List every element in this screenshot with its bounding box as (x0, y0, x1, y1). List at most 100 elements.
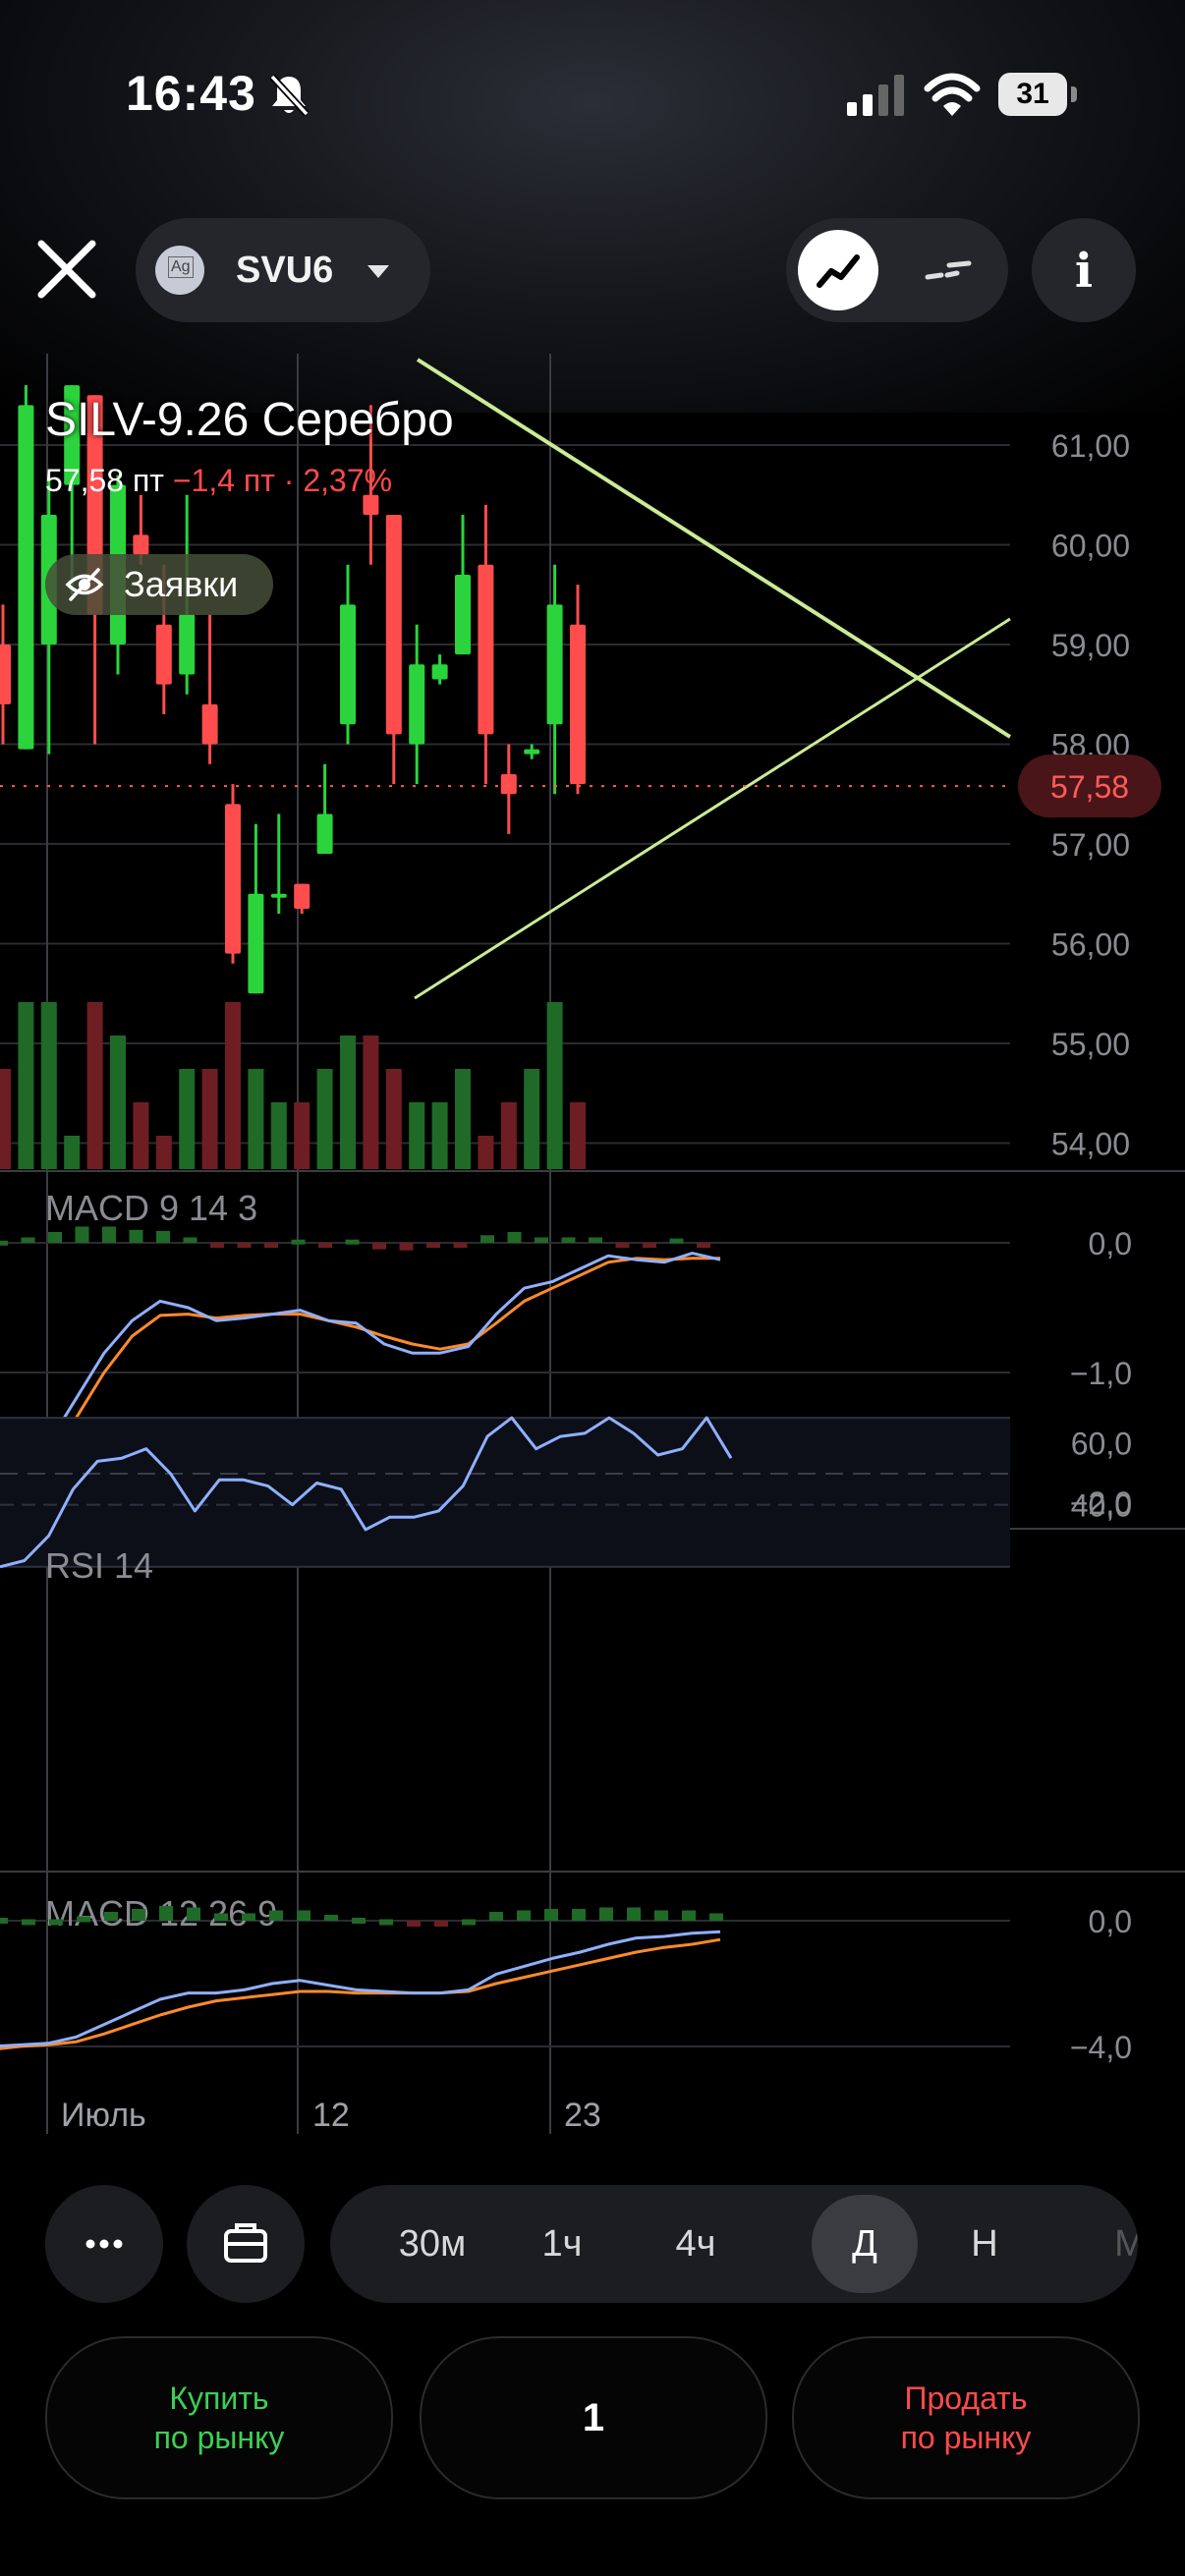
candle-body (316, 813, 333, 855)
candle-body (478, 564, 494, 735)
macd-short-histogram-bar (264, 1243, 278, 1248)
macd-long-histogram-bar (462, 1919, 476, 1926)
volume-bar (0, 1069, 11, 1169)
macd-short-histogram-bar (48, 1232, 62, 1243)
quantity-value: 1 (582, 2396, 605, 2439)
volume-bar (478, 1136, 494, 1169)
macd-long-histogram-bar (709, 1913, 723, 1921)
macd-long-macd-line (0, 1930, 721, 2048)
buy-market-button[interactable]: Купить по рынку (45, 2336, 393, 2499)
macd-short-histogram-bar (183, 1237, 198, 1243)
chart-mode-line-button[interactable] (798, 230, 878, 310)
briefcase-icon (224, 2223, 267, 2263)
portfolio-button[interactable] (187, 2185, 305, 2303)
macd-short-histogram-bar (237, 1243, 252, 1248)
info-button[interactable]: i (1032, 218, 1136, 322)
line-chart-icon (817, 254, 860, 288)
more-dots-icon (85, 2239, 123, 2249)
quantity-field[interactable]: 1 (420, 2336, 767, 2499)
timeframe-selector: 30м 1ч 4ч Д Н М (330, 2185, 1138, 2303)
macd-long-histogram-bar (654, 1910, 668, 1921)
buy-label-line1: Купить (169, 2380, 269, 2416)
price-axis-label: 60,00 (1051, 529, 1130, 564)
timeframe-month[interactable]: М (1083, 2185, 1138, 2303)
orders-toggle-button[interactable]: Заявки (45, 554, 274, 615)
sell-market-button[interactable]: Продать по рынку (792, 2336, 1140, 2499)
order-panel: Купить по рынку 1 Продать по рынку (0, 2336, 1185, 2503)
macd-long-histogram-bar (159, 1906, 173, 1921)
candle-body (340, 604, 356, 725)
macd-long-histogram-bar (269, 1910, 283, 1921)
info-icon: i (1074, 244, 1094, 299)
more-button[interactable] (45, 2185, 163, 2303)
price-chart[interactable]: 61,0060,0059,0058,0057,0056,0055,0054,00… (0, 354, 1185, 2152)
candle-body (570, 624, 586, 785)
rsi-axis-label: 60,0 (1071, 1426, 1132, 1461)
volume-bar (363, 1036, 379, 1169)
time-axis-label: Июль (61, 2097, 146, 2134)
volume-bar (455, 1069, 471, 1169)
timeframe-week[interactable]: Н (937, 2185, 1032, 2303)
volume-bar (225, 1002, 241, 1169)
candle-body (385, 515, 402, 735)
candle-body (248, 893, 264, 994)
price-axis-label: 56,00 (1051, 927, 1130, 963)
volume-bar (294, 1102, 310, 1169)
timeframe-day[interactable]: Д (812, 2195, 918, 2293)
macd-long-axis-label: 0,0 (1089, 1904, 1132, 1939)
chart-mode-toggle (786, 218, 1008, 322)
bell-muted-icon (269, 74, 310, 117)
timeframe-4h[interactable]: 4ч (643, 2185, 749, 2303)
volume-bar (409, 1102, 425, 1169)
price-axis-label: 57,00 (1051, 827, 1130, 863)
price-axis-label: 54,00 (1051, 1127, 1130, 1162)
eye-slash-icon (65, 568, 104, 601)
macd-short-histogram-bar (21, 1237, 35, 1243)
macd-short-histogram-bar (372, 1243, 386, 1250)
price-axis-label: 61,00 (1051, 428, 1130, 464)
top-bar: Ag SVU6 i (0, 214, 1185, 326)
price-change: −1,4 пт · 2,37% (172, 463, 393, 498)
close-icon[interactable] (28, 230, 106, 308)
macd-long-histogram-bar (187, 1907, 200, 1921)
macd-long-histogram-bar (599, 1907, 613, 1921)
trend-line-upper (416, 358, 1012, 739)
macd-short-histogram-bar (507, 1232, 522, 1243)
macd-long-histogram-bar (627, 1907, 641, 1921)
volume-bar (201, 1069, 218, 1169)
volume-bar (18, 1002, 34, 1169)
chart-mode-orderbook-button[interactable] (908, 230, 988, 310)
ticker-selector[interactable]: Ag SVU6 (136, 218, 430, 322)
candle-body (524, 749, 540, 755)
macd-short-histogram-bar (643, 1243, 656, 1248)
price-axis-label: 59,00 (1051, 628, 1130, 663)
macd-long-histogram-bar (0, 1918, 8, 1924)
macd-long-histogram-bar (489, 1912, 503, 1921)
candle-body (431, 664, 448, 680)
time-axis-label: 12 (312, 2097, 350, 2134)
macd-short-histogram-bar (318, 1243, 332, 1248)
volume-bar (155, 1136, 172, 1169)
macd-long-histogram-bar (104, 1912, 118, 1921)
volume-bar (133, 1102, 149, 1169)
macd-long-histogram-bar (572, 1909, 586, 1921)
timeframe-30m[interactable]: 30м (373, 2185, 491, 2303)
macd-long-histogram-bar (214, 1913, 228, 1921)
price-line: 57,58 пт −1,4 пт · 2,37% (45, 463, 454, 499)
trend-line-lower (414, 617, 1011, 1000)
macd-long-histogram-bar (49, 1919, 63, 1926)
macd-short-histogram-bar (453, 1243, 468, 1248)
sell-label-line1: Продать (904, 2380, 1028, 2416)
cellular-signal-icon (847, 75, 904, 116)
macd-long-histogram-bar (434, 1921, 448, 1927)
macd-short-histogram-bar (345, 1239, 360, 1245)
volume-bar (570, 1102, 586, 1169)
macd-long-histogram-bar (22, 1919, 35, 1926)
candle-body (546, 604, 563, 725)
candle-body (225, 804, 241, 954)
volume-bar (248, 1069, 264, 1169)
volume-bar (86, 1002, 103, 1169)
volume-bar (546, 1002, 563, 1169)
timeframe-1h[interactable]: 1ч (515, 2185, 609, 2303)
macd-short-histogram-bar (129, 1229, 143, 1243)
